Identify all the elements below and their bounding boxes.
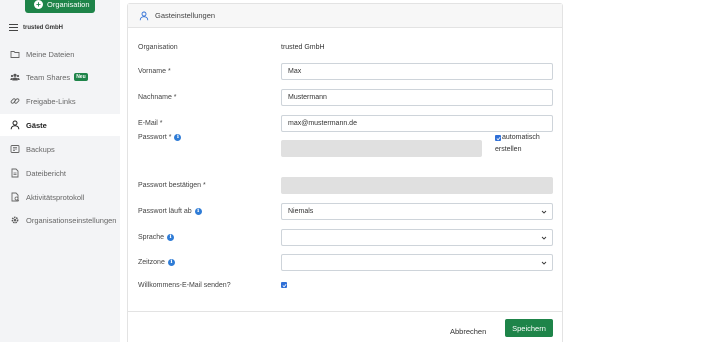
chevron-down-icon (541, 236, 547, 240)
language-label: Sprache (138, 234, 165, 241)
card-header: Gasteinstellungen (128, 4, 562, 28)
info-icon[interactable]: i (194, 208, 202, 215)
chevron-down-icon (541, 261, 547, 265)
password-row: Passwort * i automatisch erstellen (138, 134, 554, 157)
auto-generate-checkbox[interactable] (495, 135, 501, 141)
sidebar-item-label: Dateibericht (26, 168, 67, 178)
timezone-select[interactable] (281, 254, 553, 271)
first-name-row: Vorname * Max (138, 63, 554, 80)
sidebar-item-dateibericht[interactable]: Dateibericht (0, 162, 120, 184)
sidebar-item-label: Meine Dateien (26, 49, 75, 59)
chevron-down-icon (541, 210, 547, 214)
auto-generate-label-2: erstellen (495, 146, 522, 153)
organisation-button[interactable]: + Organisation (25, 0, 95, 13)
auto-generate-option[interactable]: automatisch erstellen (495, 132, 540, 156)
password-field (281, 140, 482, 157)
sidebar-item-label: Organisationseinstellungen (26, 215, 117, 225)
save-button[interactable]: Speichern (505, 319, 553, 337)
activity-log-icon (10, 192, 20, 202)
card-footer: Abbrechen Speichern (128, 311, 562, 342)
info-icon[interactable]: i (174, 134, 182, 141)
sidebar-item-label: Team Shares (26, 72, 71, 82)
welcome-email-label: Willkommens-E-Mail senden? (138, 281, 231, 289)
info-icon[interactable]: i (167, 259, 175, 266)
file-report-icon (10, 168, 20, 178)
welcome-email-checkbox[interactable] (281, 282, 287, 288)
organisation-row: Organisation trusted GmbH (138, 42, 554, 52)
users-icon (10, 72, 20, 82)
password-confirm-row: Passwort bestätigen * (138, 177, 554, 194)
backup-icon (10, 144, 20, 154)
sidebar-item-backups[interactable]: Backups (0, 138, 120, 160)
sidebar: + Organisation trusted GmbH Meine Dateie… (0, 0, 120, 342)
gear-icon (10, 215, 20, 225)
sidebar-item-freigabe-links[interactable]: Freigabe-Links (0, 90, 120, 112)
language-row: Sprache i (138, 229, 554, 246)
password-expiry-row: Passwort läuft ab i Niemals (138, 203, 554, 220)
sidebar-item-label: Gäste (26, 120, 47, 130)
new-badge: Neu (74, 73, 88, 81)
info-icon[interactable]: i (167, 234, 175, 241)
auto-generate-label: automatisch (502, 134, 540, 141)
password-label-wrap: Passwort * i (138, 134, 182, 141)
email-field[interactable]: max@mustermann.de (281, 115, 553, 132)
password-confirm-field (281, 177, 553, 194)
first-name-label: Vorname * (138, 68, 171, 75)
language-label-wrap: Sprache i (138, 234, 175, 241)
organisation-button-label: Organisation (47, 0, 90, 9)
menu-icon (9, 24, 18, 31)
card-title: Gasteinstellungen (155, 11, 216, 20)
timezone-label: Zeitzone (138, 259, 165, 266)
user-icon (10, 120, 20, 130)
sidebar-item-gaeste[interactable]: Gäste (0, 114, 120, 136)
password-expiry-label-wrap: Passwort läuft ab i (138, 208, 202, 215)
email-label: E-Mail * (138, 120, 163, 127)
last-name-row: Nachname * Mustermann (138, 89, 554, 106)
email-row: E-Mail * max@mustermann.de (138, 115, 554, 132)
plus-icon: + (34, 0, 43, 9)
sidebar-item-team-shares[interactable]: Team Shares Neu (0, 66, 120, 88)
organisation-label: Organisation (138, 43, 178, 51)
password-expiry-value: Niemals (288, 208, 314, 215)
sidebar-item-label: Aktivitätsprotokoll (26, 192, 85, 202)
password-expiry-select[interactable]: Niemals (281, 203, 553, 220)
first-name-field[interactable]: Max (281, 63, 553, 80)
timezone-label-wrap: Zeitzone i (138, 259, 175, 266)
sidebar-item-organisationseinstellungen[interactable]: Organisationseinstellungen (0, 209, 120, 231)
sidebar-item-meine-dateien[interactable]: Meine Dateien (0, 43, 120, 65)
password-label: Passwort * (138, 134, 172, 141)
organisation-value: trusted GmbH (281, 43, 325, 51)
link-icon (10, 96, 20, 106)
sidebar-item-label: Freigabe-Links (26, 96, 76, 106)
guest-settings-card: Gasteinstellungen Organisation trusted G… (127, 3, 563, 342)
folder-icon (10, 49, 20, 59)
user-icon (139, 11, 149, 20)
password-confirm-label: Passwort bestätigen * (138, 182, 206, 189)
sidebar-item-aktivitaetsprotokoll[interactable]: Aktivitätsprotokoll (0, 186, 120, 208)
org-name: trusted GmbH (23, 24, 64, 31)
last-name-field[interactable]: Mustermann (281, 89, 553, 106)
sidebar-item-label: Backups (26, 144, 55, 154)
password-expiry-label: Passwort läuft ab (138, 208, 192, 215)
last-name-label: Nachname * (138, 94, 177, 101)
timezone-row: Zeitzone i (138, 254, 554, 271)
cancel-button[interactable]: Abbrechen (450, 327, 486, 336)
language-select[interactable] (281, 229, 553, 246)
welcome-email-row: Willkommens-E-Mail senden? (138, 280, 554, 290)
org-switcher[interactable]: trusted GmbH (9, 24, 63, 31)
